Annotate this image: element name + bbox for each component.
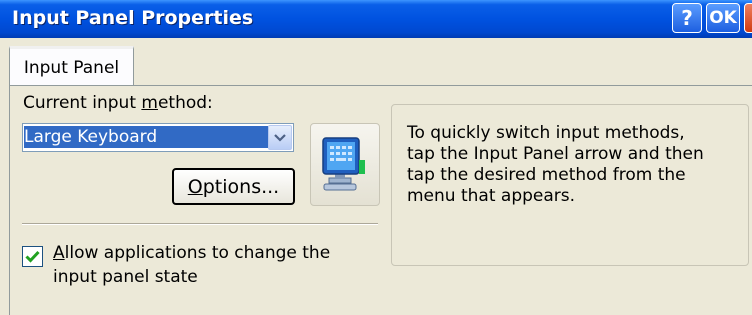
ok-icon: OK bbox=[709, 8, 737, 28]
chevron-down-icon bbox=[274, 134, 286, 142]
tab-input-panel[interactable]: Input Panel bbox=[9, 46, 134, 86]
input-panel-icon-button[interactable] bbox=[310, 123, 380, 206]
info-text: To quickly switch input methods, tap the… bbox=[407, 123, 737, 207]
allow-change-accelerator: A bbox=[53, 243, 65, 263]
options-button[interactable]: Options... bbox=[172, 168, 295, 205]
allow-change-checkbox[interactable] bbox=[22, 246, 43, 267]
input-method-selected-value: Large Keyboard bbox=[24, 126, 268, 148]
label-accelerator: m bbox=[141, 93, 158, 113]
info-line-4: menu that appears. bbox=[407, 186, 576, 206]
label-text-suffix: ethod: bbox=[157, 93, 213, 113]
dialog-window: Input Panel Properties ? OK × Input Pane… bbox=[0, 0, 752, 315]
title-bar[interactable]: Input Panel Properties ? OK × bbox=[0, 0, 752, 38]
help-button[interactable]: ? bbox=[672, 3, 702, 33]
current-input-method-label: Current input method: bbox=[23, 93, 213, 113]
window-title: Input Panel Properties bbox=[12, 7, 254, 29]
help-icon: ? bbox=[681, 6, 693, 30]
info-line-2: tap the Input Panel arrow and then bbox=[407, 144, 704, 164]
info-line-3: tap the desired method from the bbox=[407, 165, 686, 185]
tab-label: Input Panel bbox=[23, 57, 120, 78]
dropdown-button[interactable] bbox=[268, 125, 292, 150]
input-method-select[interactable]: Large Keyboard bbox=[22, 123, 294, 152]
keyboard-monitor-icon bbox=[322, 136, 365, 190]
options-accelerator: O bbox=[187, 175, 203, 198]
allow-change-line1: llow applications to change the bbox=[64, 243, 331, 263]
info-box: To quickly switch input methods, tap the… bbox=[391, 104, 749, 266]
checkmark-icon bbox=[25, 250, 40, 263]
ok-button[interactable]: OK bbox=[706, 3, 740, 33]
allow-change-line2: input panel state bbox=[53, 267, 198, 287]
label-text-prefix: Current input bbox=[23, 93, 142, 113]
close-button[interactable]: × bbox=[744, 3, 752, 33]
separator bbox=[22, 223, 378, 225]
options-label: ptions... bbox=[202, 175, 280, 198]
info-line-1: To quickly switch input methods, bbox=[407, 123, 685, 143]
allow-change-label[interactable]: Allow applications to change the input p… bbox=[53, 241, 330, 289]
